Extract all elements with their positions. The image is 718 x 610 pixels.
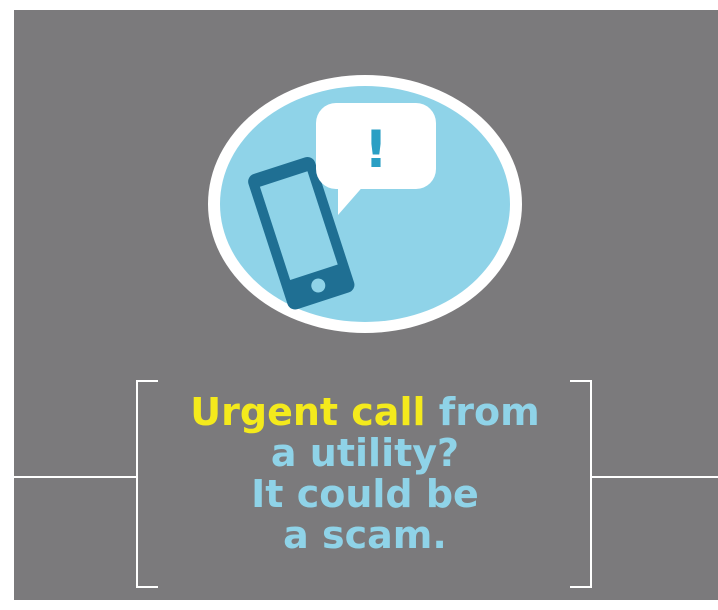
headline-line-4: a scam. — [283, 513, 447, 557]
phone-alert-illustration: ! — [208, 75, 522, 333]
headline-line-3: It could be — [251, 472, 479, 516]
infographic-panel: ! Urgent call from a utility? It could b… — [14, 10, 718, 600]
headline-line-1-rest: from — [425, 390, 540, 434]
divider-left — [14, 476, 136, 478]
phone-alert-icon: ! — [206, 73, 524, 335]
headline-line-2: a utility? — [270, 431, 460, 475]
headline-line-1: Urgent call from — [138, 392, 592, 433]
headline: Urgent call from a utility? It could be … — [138, 392, 592, 556]
divider-right — [592, 476, 718, 478]
exclamation-icon: ! — [364, 120, 388, 180]
headline-highlight: Urgent call — [190, 390, 426, 434]
